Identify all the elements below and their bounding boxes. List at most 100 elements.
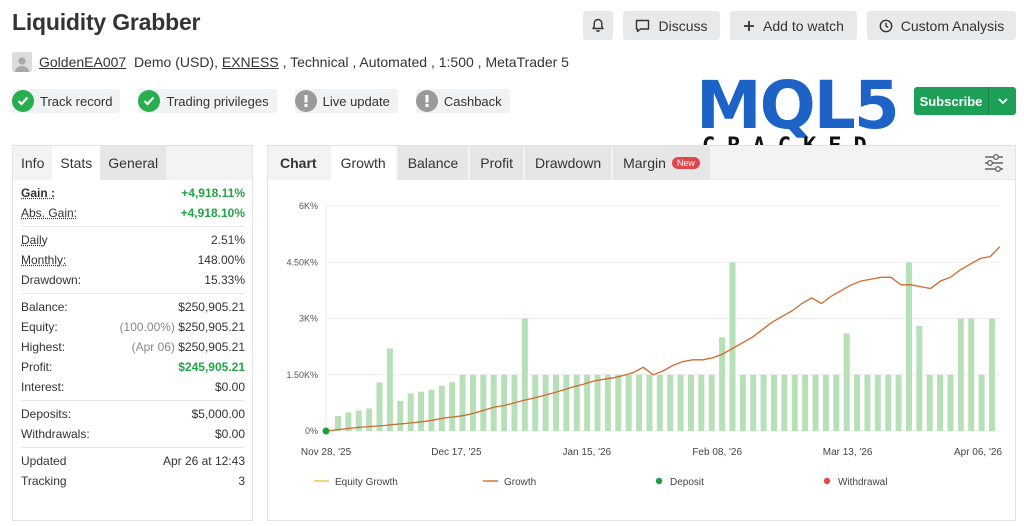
- stats-key: Deposits:: [21, 407, 72, 421]
- bar: [386, 348, 393, 431]
- stats-row: Gain : +4,918.11%: [21, 183, 245, 203]
- bar: [553, 374, 559, 431]
- bar: [646, 374, 653, 431]
- tab-info[interactable]: Info: [13, 146, 53, 180]
- bar: [802, 374, 809, 431]
- bar: [708, 374, 715, 431]
- bar: [989, 318, 995, 431]
- tab-drawdown[interactable]: Drawdown: [524, 145, 612, 180]
- stats-value-note: (100.00%): [119, 320, 179, 334]
- bar: [563, 374, 570, 431]
- bar: [335, 416, 341, 431]
- stats-value: Apr 26 at 12:43: [162, 454, 245, 468]
- tab-profit[interactable]: Profit: [470, 145, 523, 180]
- status-badges: Track record Trading privileges Live upd…: [12, 89, 528, 113]
- stats-value: 2.51%: [210, 233, 245, 247]
- bar: [843, 333, 850, 431]
- tab-margin[interactable]: Margin New: [613, 145, 710, 180]
- stats-key: Highest:: [21, 340, 66, 354]
- discuss-button[interactable]: Discuss: [623, 11, 720, 40]
- legend-dot-marker: [823, 477, 831, 485]
- avatar[interactable]: [12, 52, 32, 72]
- exclamation-icon: [294, 90, 317, 112]
- bar: [760, 374, 767, 431]
- page-title: Liquidity Grabber: [12, 9, 201, 35]
- stats-panel: Info Stats General Gain : +4,918.11% Abs. …: [12, 145, 253, 521]
- bar: [636, 374, 643, 431]
- bar: [833, 374, 840, 431]
- custom-analysis-label: Custom Analysis: [900, 17, 1005, 34]
- stats-group: Daily 2.51% Monthly: 148.00% Drawdown: 15.33%: [21, 227, 245, 294]
- broker-link[interactable]: EXNESS: [222, 54, 279, 70]
- discuss-label: Discuss: [658, 17, 708, 34]
- tab-general[interactable]: General: [100, 146, 167, 180]
- bar: [978, 374, 985, 431]
- bar: [594, 374, 601, 431]
- bar: [459, 374, 466, 431]
- stats-group: Deposits: $5,000.00 Withdrawals: $0.00: [21, 401, 245, 448]
- badge-live-update[interactable]: Live update: [294, 89, 398, 113]
- stats-value-note: (Apr 06): [131, 340, 179, 354]
- stats-value: $250,905.21: [178, 300, 245, 314]
- notifications-button[interactable]: [583, 11, 613, 40]
- author-link[interactable]: GoldenEA007: [39, 54, 126, 70]
- growth-chart: 0% 1.50K% 3K% 4.50K% 6K% Nov 28, '25 Dec 17, '…: [286, 201, 1002, 488]
- bar: [781, 374, 788, 431]
- bar: [438, 386, 445, 431]
- stats-key[interactable]: Gain :: [21, 186, 55, 200]
- tab-balance[interactable]: Balance: [397, 145, 469, 180]
- bell-icon: [592, 18, 604, 32]
- chart-panel: Chart Growth Balance Profit Drawdown Mar…: [267, 145, 1016, 521]
- account-details: , Technical , Automated , 1:500 , MetaTr…: [278, 54, 569, 70]
- stats-key[interactable]: Monthly:: [21, 253, 66, 267]
- bar: [739, 374, 746, 431]
- bar: [947, 374, 954, 431]
- stats-tabs: Info Stats General: [13, 146, 252, 180]
- stats-key: Updated: [21, 454, 67, 468]
- subscribe-button[interactable]: Subscribe: [914, 87, 1016, 115]
- y-tick-label: 0%: [305, 426, 318, 436]
- stats-key: Balance:: [21, 300, 68, 314]
- legend-label: Deposit: [670, 477, 704, 488]
- stats-key[interactable]: Daily: [21, 233, 48, 247]
- stats-row: Highest: (Apr 06) $250,905.21: [21, 337, 245, 357]
- bar: [822, 374, 829, 431]
- new-badge: New: [671, 156, 700, 169]
- bar: [480, 374, 487, 431]
- stats-row: Withdrawals: $0.00: [21, 424, 245, 444]
- tab-stats[interactable]: Stats: [52, 146, 101, 180]
- bar: [874, 374, 881, 431]
- bar: [771, 374, 777, 431]
- chat-icon: [636, 19, 650, 32]
- stats-key: Interest:: [21, 380, 65, 394]
- bar: [366, 408, 373, 431]
- tab-margin-label: Margin: [623, 154, 666, 171]
- bar: [490, 374, 497, 431]
- check-icon: [138, 90, 161, 112]
- bar: [407, 393, 414, 431]
- y-tick-label: 3K%: [299, 314, 318, 324]
- bar: [625, 374, 632, 431]
- stats-row: Interest: $0.00: [21, 377, 245, 397]
- badge-cashback[interactable]: Cashback: [415, 89, 510, 113]
- chevron-down-icon[interactable]: [989, 98, 1016, 104]
- bar: [397, 401, 404, 431]
- bar: [750, 374, 757, 431]
- tab-growth[interactable]: Growth: [330, 145, 396, 180]
- bar: [521, 318, 528, 431]
- bar: [885, 374, 892, 431]
- add-to-watch-button[interactable]: Add to watch: [730, 11, 857, 40]
- clock-icon: [879, 19, 893, 32]
- badge-track-record[interactable]: Track record: [12, 89, 121, 113]
- stats-value: $245,905.21: [178, 360, 245, 374]
- settings-sliders-icon[interactable]: [983, 153, 1005, 173]
- legend-label: Growth: [504, 477, 536, 488]
- stats-row: Tracking 3: [21, 471, 245, 491]
- bar: [656, 374, 663, 431]
- bar: [719, 337, 726, 431]
- badge-trading-privileges[interactable]: Trading privileges: [138, 89, 277, 113]
- custom-analysis-button[interactable]: Custom Analysis: [867, 11, 1016, 40]
- stats-value: 148.00%: [197, 253, 245, 267]
- stats-value: $5,000.00: [191, 407, 245, 421]
- stats-key[interactable]: Abs. Gain:: [21, 206, 77, 220]
